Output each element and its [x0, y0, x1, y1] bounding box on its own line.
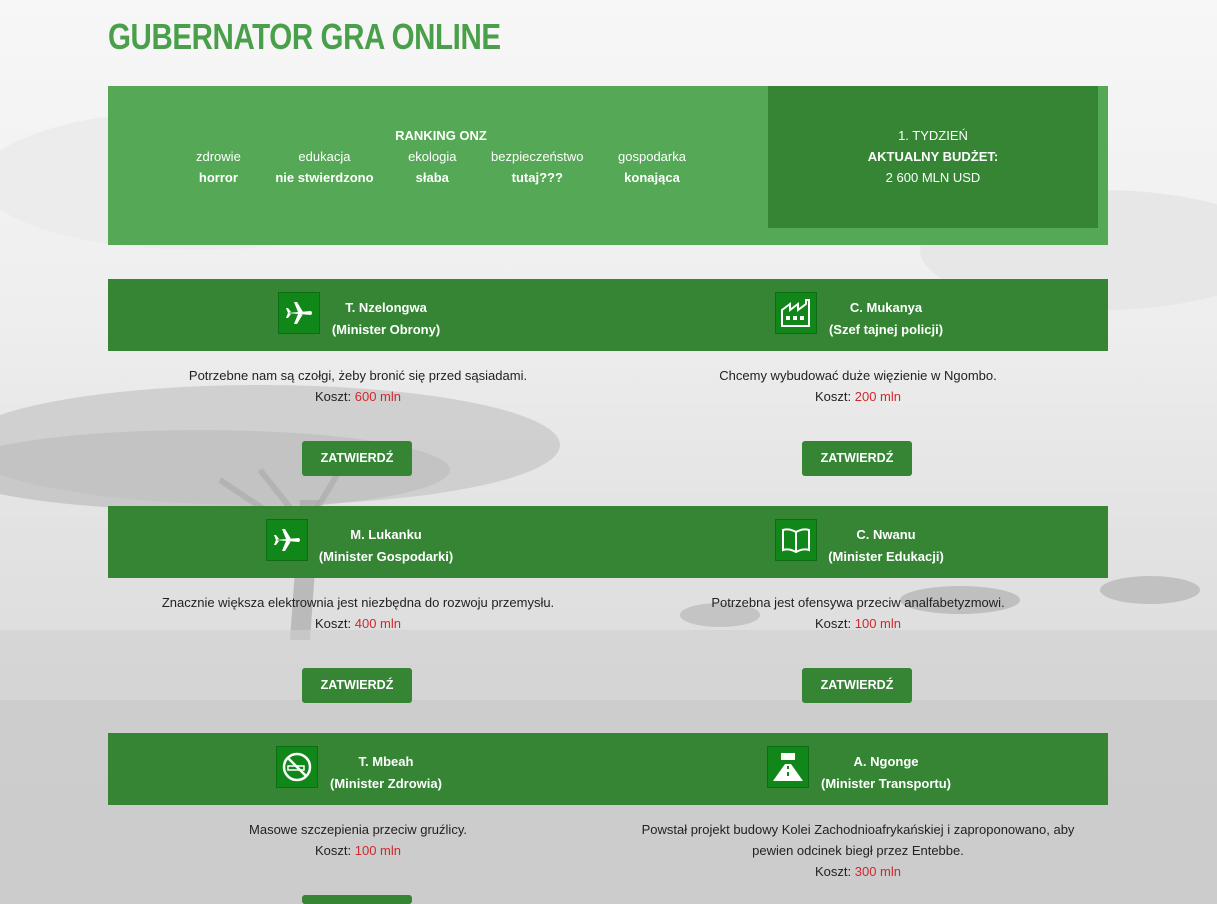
minister-name: M. Lukanku (Minister Gospodarki)	[316, 524, 456, 568]
proposal-row-header: T. Nzelongwa (Minister Obrony) C. Mukany…	[108, 279, 1108, 351]
minister-card: T. Mbeah (Minister Zdrowia)	[108, 733, 608, 805]
proposal-cost: Koszt: 200 mln	[608, 386, 1108, 407]
budget-label: AKTUALNY BUDŻET:	[867, 149, 999, 164]
proposal-cost: Koszt: 100 mln	[608, 613, 1108, 634]
factory-icon	[775, 292, 817, 334]
proposal-text: Znacznie większa elektrownia jest niezbę…	[161, 595, 555, 610]
minister-role: (Minister Edukacji)	[828, 549, 944, 564]
cost-value: 600 mln	[354, 389, 401, 404]
proposal-description: Powstał projekt budowy Kolei Zachodnioaf…	[608, 819, 1108, 882]
proposal-row-header: T. Mbeah (Minister Zdrowia) A. Ngonge (M…	[108, 733, 1108, 805]
ranking-category-security: bezpieczeństwo tutaj???	[491, 149, 584, 185]
approve-button[interactable]: ZATWIERDŹ	[302, 668, 412, 703]
ranking-label: zdrowie	[196, 149, 241, 164]
minister-card: C. Mukanya (Szef tajnej policji)	[608, 279, 1108, 351]
proposal-text-line: Powstał projekt budowy Kolei Zachodnioaf…	[641, 822, 1075, 837]
cost-label: Koszt:	[315, 616, 352, 631]
budget-panel: 1. TYDZIEŃ AKTUALNY BUDŻET: 2 600 MLN US…	[768, 86, 1098, 228]
cost-value: 100 mln	[354, 843, 401, 858]
ranking-value: konająca	[624, 170, 680, 185]
week-counter: 1. TYDZIEŃ	[898, 128, 968, 143]
minister-card: M. Lukanku (Minister Gospodarki)	[108, 506, 608, 578]
proposal-cost: Koszt: 600 mln	[108, 386, 608, 407]
minister-name: T. Nzelongwa (Minister Obrony)	[328, 297, 444, 341]
cost-value: 200 mln	[854, 389, 901, 404]
cost-label: Koszt:	[315, 389, 352, 404]
ranking-category-education: edukacja nie stwierdzono	[275, 149, 373, 185]
cost-label: Koszt:	[315, 843, 352, 858]
minister-name-text: T. Nzelongwa	[345, 300, 427, 315]
minister-card: T. Nzelongwa (Minister Obrony)	[108, 279, 608, 351]
proposal-row-header: M. Lukanku (Minister Gospodarki) C. Nwan…	[108, 506, 1108, 578]
minister-role: (Minister Zdrowia)	[330, 776, 442, 791]
approve-button[interactable]: ZATWIERDŹ	[802, 441, 912, 476]
book-icon	[775, 519, 817, 561]
ranking-label: bezpieczeństwo	[491, 149, 584, 164]
proposal-description: Znacznie większa elektrownia jest niezbę…	[108, 592, 608, 634]
minister-role: (Minister Obrony)	[331, 322, 441, 337]
proposal-text: Masowe szczepienia przeciw gruźlicy.	[249, 822, 467, 837]
ranking-category-health: zdrowie horror	[196, 149, 241, 185]
minister-name: T. Mbeah (Minister Zdrowia)	[328, 751, 444, 795]
proposal-description: Potrzebna jest ofensywa przeciw analfabe…	[608, 592, 1108, 634]
ranking-value: nie stwierdzono	[275, 170, 374, 185]
cost-label: Koszt:	[815, 616, 852, 631]
ranking-category-ecology: ekologia słaba	[408, 149, 456, 185]
minister-name-text: C. Mukanya	[849, 300, 923, 315]
airplane-icon	[278, 292, 320, 334]
minister-name: C. Mukanya (Szef tajnej policji)	[826, 297, 946, 341]
approve-button[interactable]: ZATWIERDŹ	[802, 668, 912, 703]
minister-role: (Minister Gospodarki)	[318, 549, 454, 564]
no-smoking-icon	[276, 746, 318, 788]
proposal-description: Chcemy wybudować duże więzienie w Ngombo…	[608, 365, 1108, 407]
cost-value: 400 mln	[354, 616, 401, 631]
minister-name: C. Nwanu (Minister Edukacji)	[826, 524, 946, 568]
minister-name-text: T. Mbeah	[358, 754, 414, 769]
minister-role: (Minister Transportu)	[820, 776, 951, 791]
minister-name-text: C. Nwanu	[856, 527, 916, 542]
airplane-icon	[266, 519, 308, 561]
minister-role: (Szef tajnej policji)	[828, 322, 944, 337]
ranking-categories: zdrowie horror edukacja nie stwierdzono …	[196, 149, 686, 185]
minister-card: C. Nwanu (Minister Edukacji)	[608, 506, 1108, 578]
cost-label: Koszt:	[815, 389, 852, 404]
ranking-label: edukacja	[298, 149, 351, 164]
road-icon	[767, 746, 809, 788]
proposal-text: Potrzebna jest ofensywa przeciw analfabe…	[711, 595, 1005, 610]
site-title: GUBERNATOR GRA ONLINE	[108, 16, 501, 57]
ranking-banner: RANKING ONZ zdrowie horror edukacja nie …	[108, 86, 1108, 245]
ranking-category-economy: gospodarka konająca	[618, 149, 686, 185]
ranking-value: tutaj???	[511, 170, 563, 185]
cost-value: 100 mln	[854, 616, 901, 631]
proposal-text-line: pewien odcinek biegł przez Entebbe.	[752, 843, 964, 858]
proposal-description: Potrzebne nam są czołgi, żeby bronić się…	[108, 365, 608, 407]
ranking-title: RANKING ONZ	[395, 128, 487, 143]
proposal-cost: Koszt: 300 mln	[608, 861, 1108, 882]
minister-name-text: M. Lukanku	[350, 527, 422, 542]
ranking-label: gospodarka	[618, 149, 686, 164]
ranking-panel: RANKING ONZ zdrowie horror edukacja nie …	[196, 128, 686, 185]
ranking-value: słaba	[415, 170, 449, 185]
cost-label: Koszt:	[815, 864, 852, 879]
proposal-text: Potrzebne nam są czołgi, żeby bronić się…	[188, 368, 528, 383]
minister-card: A. Ngonge (Minister Transportu)	[608, 733, 1108, 805]
approve-button[interactable]: ZATWIERDŹ	[302, 441, 412, 476]
proposal-description: Masowe szczepienia przeciw gruźlicy. Kos…	[108, 819, 608, 861]
budget-value: 2 600 MLN USD	[885, 170, 981, 185]
minister-name-text: A. Ngonge	[853, 754, 919, 769]
proposal-cost: Koszt: 100 mln	[108, 840, 608, 861]
minister-name: A. Ngonge (Minister Transportu)	[818, 751, 954, 795]
cost-value: 300 mln	[854, 864, 901, 879]
proposal-cost: Koszt: 400 mln	[108, 613, 608, 634]
proposal-text: Chcemy wybudować duże więzienie w Ngombo…	[719, 368, 997, 383]
ranking-value: horror	[198, 170, 238, 185]
ranking-label: ekologia	[408, 149, 457, 164]
approve-button[interactable]	[302, 895, 412, 904]
